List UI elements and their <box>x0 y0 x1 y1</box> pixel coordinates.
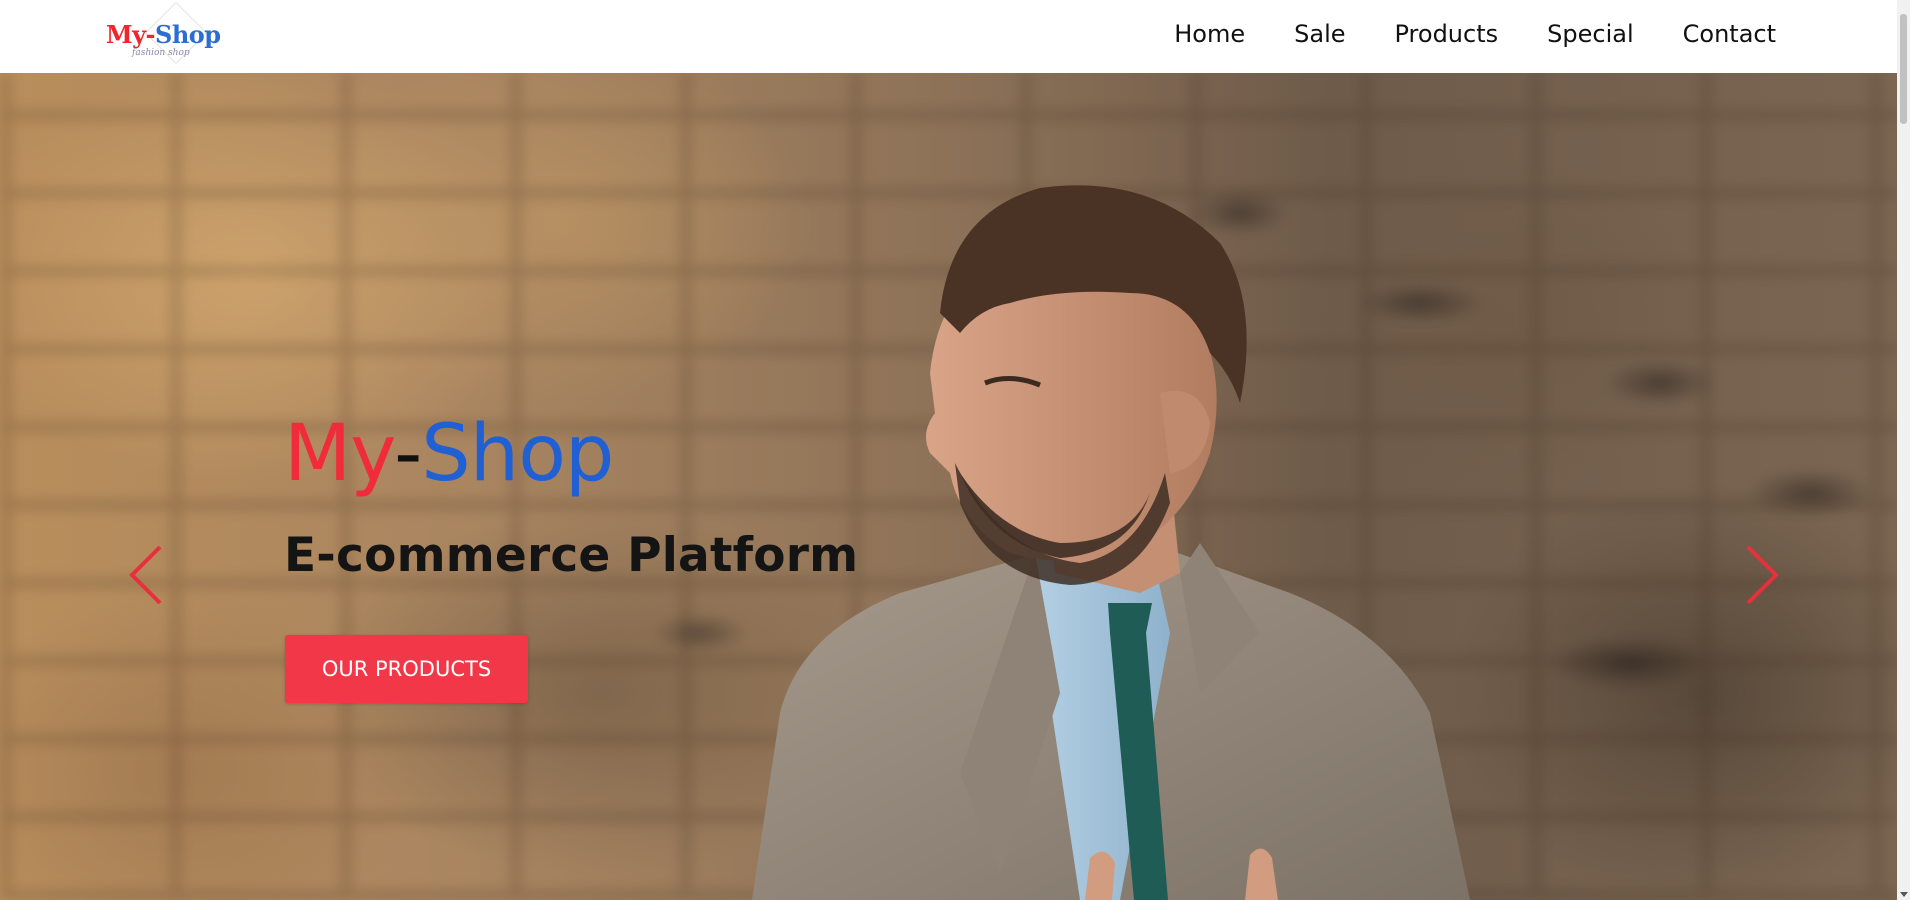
hero-title: My-Shop <box>284 415 614 493</box>
nav-item-products[interactable]: Products <box>1395 18 1499 50</box>
our-products-button[interactable]: OUR PRODUCTS <box>285 635 528 703</box>
main-nav: Home Sale Products Special Contact <box>1174 18 1776 50</box>
carousel-prev-button[interactable] <box>128 543 164 607</box>
hero-title-dash: - <box>394 409 422 499</box>
nav-item-sale[interactable]: Sale <box>1294 18 1345 50</box>
logo-word-dash: - <box>145 20 156 49</box>
chevron-right-icon <box>1746 545 1779 605</box>
logo-tagline: fashion shop <box>132 48 190 58</box>
hero-title-my: My <box>284 409 395 499</box>
site-logo[interactable]: My-Shop fashion shop <box>104 1 236 65</box>
scroll-down-arrow-icon[interactable] <box>1900 892 1908 897</box>
hero-subtitle: E-commerce Platform <box>284 528 859 583</box>
logo-word-my: My <box>106 20 146 49</box>
scrollbar-thumb[interactable] <box>1900 14 1907 124</box>
hero-title-shop: Shop <box>421 409 614 499</box>
hero-carousel: My-Shop E-commerce Platform OUR PRODUCTS <box>0 73 1897 900</box>
logo-wordmark: My-Shop <box>106 20 221 49</box>
nav-item-special[interactable]: Special <box>1547 18 1633 50</box>
nav-item-home[interactable]: Home <box>1174 18 1245 50</box>
nav-item-contact[interactable]: Contact <box>1683 18 1776 50</box>
site-header: My-Shop fashion shop Home Sale Products … <box>0 0 1897 73</box>
chevron-left-icon <box>129 545 162 605</box>
page-scrollbar[interactable] <box>1897 0 1910 900</box>
logo-word-shop: Shop <box>154 20 221 49</box>
carousel-next-button[interactable] <box>1744 543 1780 607</box>
